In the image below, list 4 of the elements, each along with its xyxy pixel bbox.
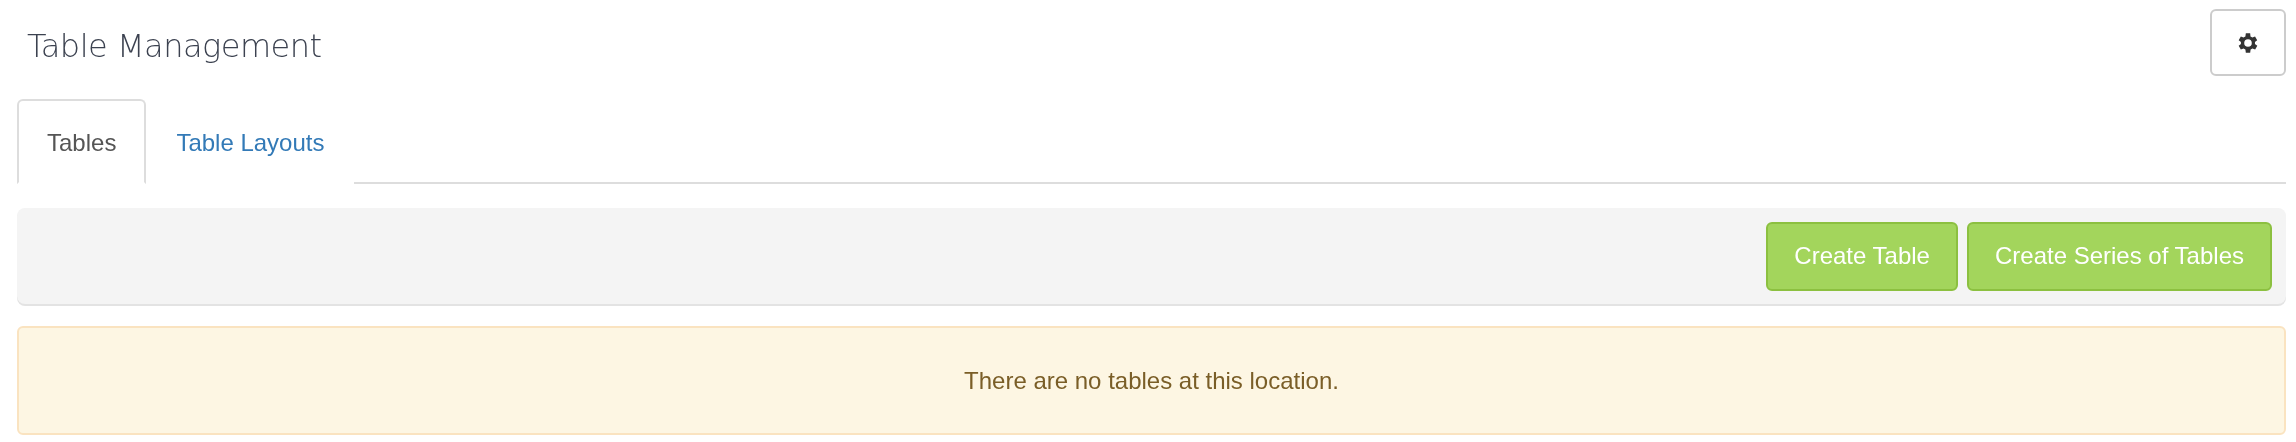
settings-button[interactable] xyxy=(2210,9,2286,76)
page-title: Table Management xyxy=(27,27,322,65)
alert-message: There are no tables at this location. xyxy=(964,366,1339,395)
tab[interactable]: Tables xyxy=(17,99,147,184)
